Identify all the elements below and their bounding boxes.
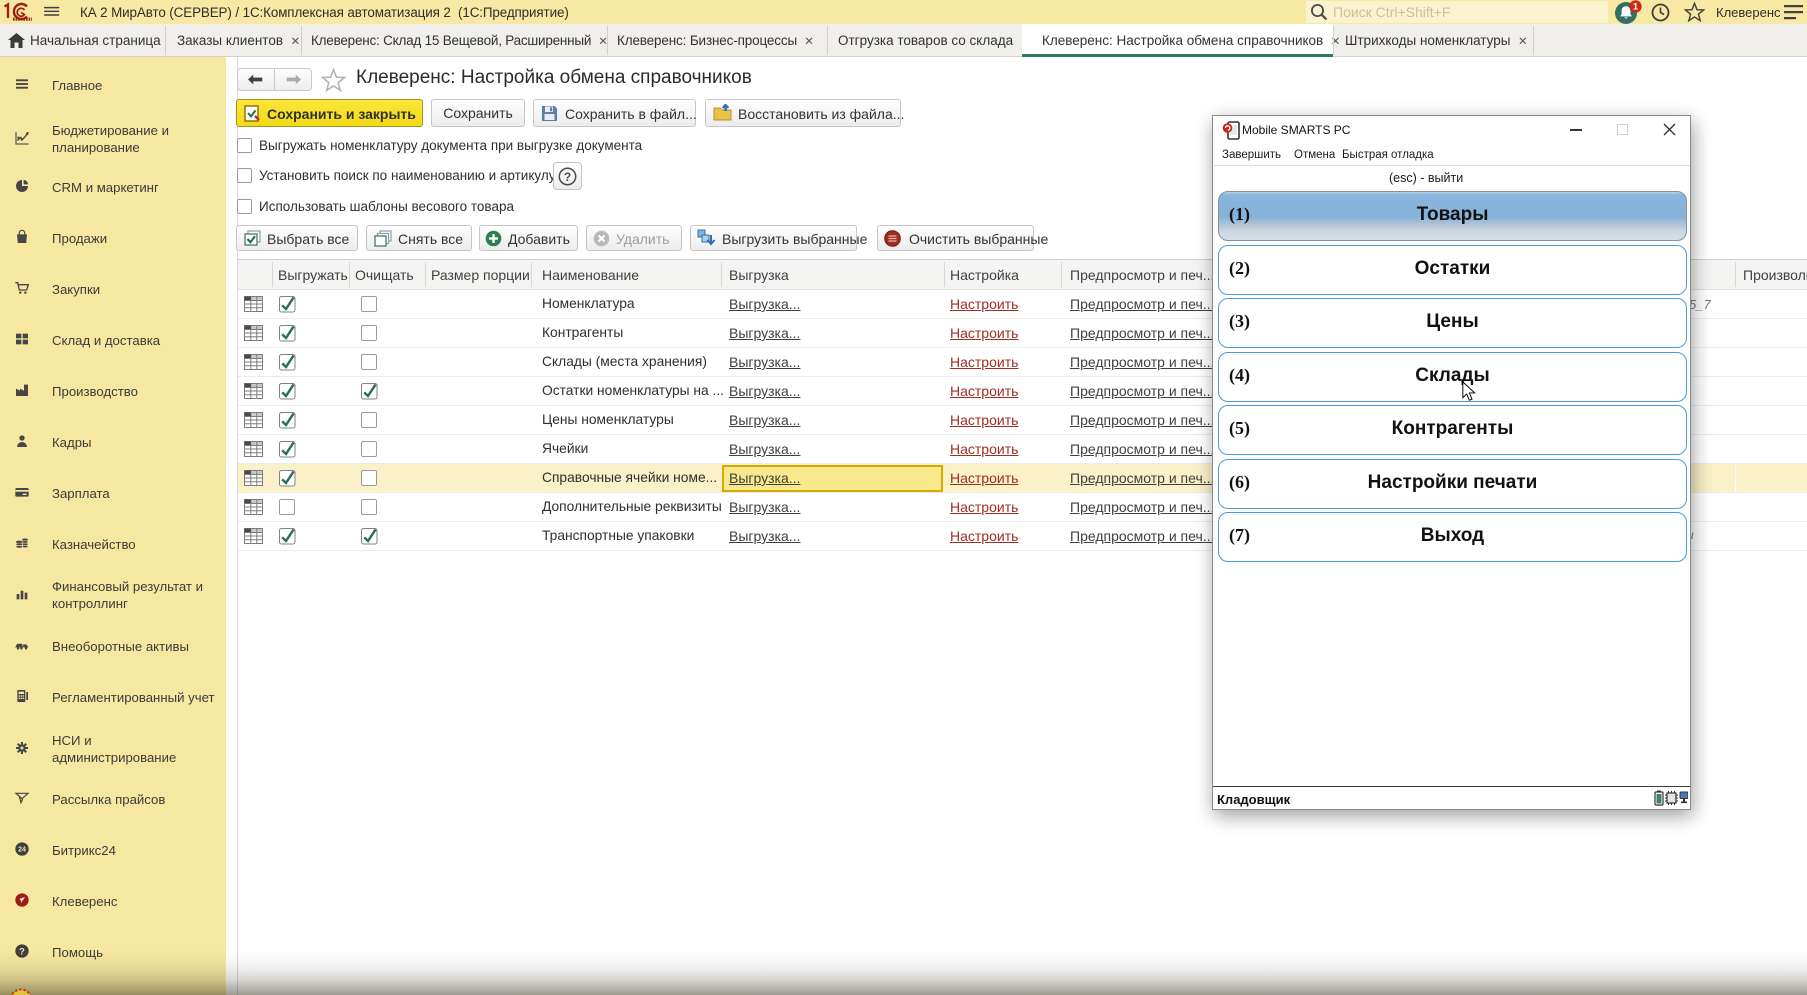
svg-text:24: 24	[18, 847, 26, 854]
svg-text:?: ?	[564, 170, 571, 184]
svg-text:1: 1	[1633, 2, 1639, 13]
